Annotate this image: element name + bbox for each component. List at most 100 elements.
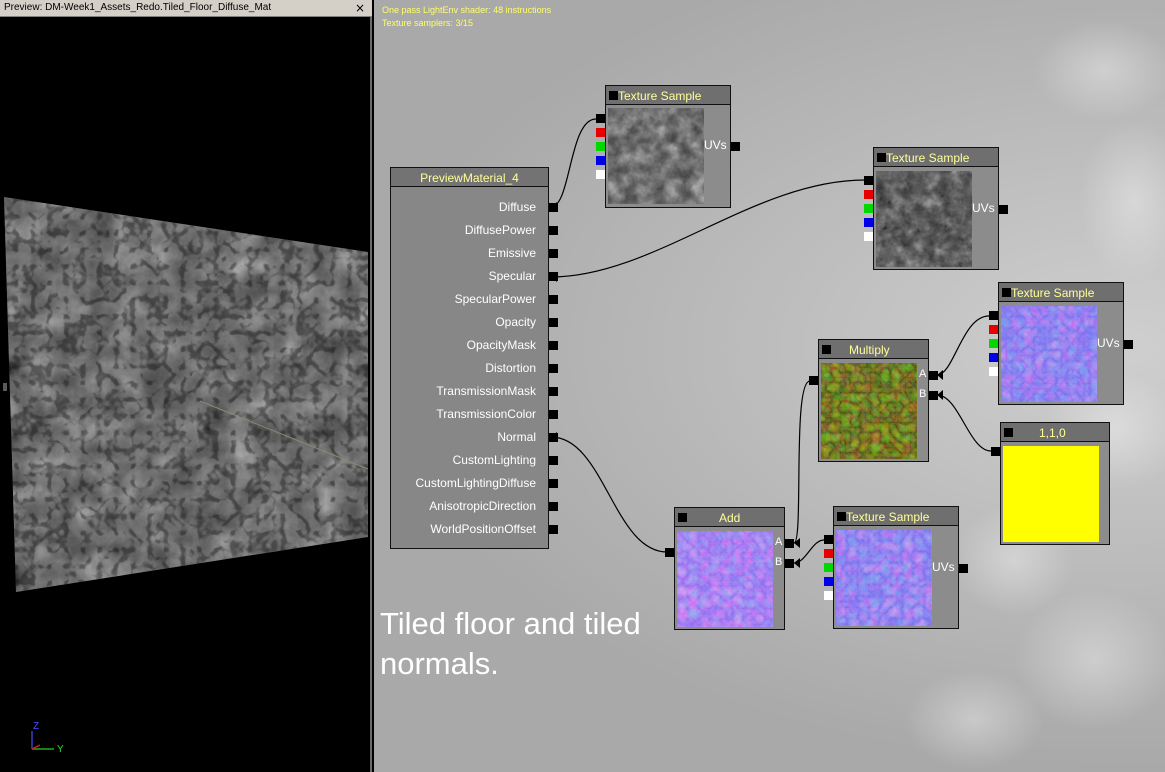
node-collapse-icon[interactable] (837, 512, 846, 521)
input-customlighting-pin[interactable] (549, 456, 558, 465)
texture-sample-header[interactable]: Texture Sample (873, 147, 999, 167)
alpha-output-pin[interactable] (989, 367, 998, 376)
input-specular-pin[interactable] (549, 272, 558, 281)
texture-sample-node-normal-detail[interactable]: Texture Sample UVs (989, 282, 1133, 405)
red-output-pin[interactable] (824, 549, 833, 558)
input-opacity-pin[interactable] (549, 318, 558, 327)
rgb-output-pin[interactable] (824, 535, 833, 544)
constant-header[interactable]: 1,1,0 (1000, 422, 1110, 442)
green-output-pin[interactable] (824, 563, 833, 572)
uvs-label: UVs (932, 560, 955, 574)
multiply-result-thumbnail (821, 363, 917, 459)
green-output-pin[interactable] (864, 204, 873, 213)
red-output-pin[interactable] (989, 325, 998, 334)
rgb-output-pin[interactable] (596, 114, 605, 123)
constant-vector-node[interactable]: 1,1,0 (991, 422, 1110, 545)
constant-output-pin[interactable] (991, 447, 1000, 456)
add-output-pin[interactable] (665, 548, 674, 557)
add-header[interactable]: Add (674, 507, 785, 527)
material-graph-canvas[interactable]: One pass LightEnv shader: 48 instruction… (374, 0, 1165, 772)
wire-multiply-to-add-a (793, 380, 811, 544)
input-specularpower-label: SpecularPower (454, 292, 536, 306)
node-collapse-icon[interactable] (822, 345, 831, 354)
material-root-title: PreviewMaterial_4 (420, 171, 519, 185)
input-anisotropicdirection-pin[interactable] (549, 502, 558, 511)
wire-constant-to-multiply-b (936, 394, 992, 452)
texture-sample-header[interactable]: Texture Sample (605, 85, 731, 105)
red-output-pin[interactable] (596, 128, 605, 137)
node-collapse-icon[interactable] (1002, 288, 1011, 297)
multiply-node[interactable]: Multiply A B (809, 339, 938, 462)
input-emissive-label: Emissive (487, 246, 536, 260)
input-diffuse-label: Diffuse (498, 200, 536, 214)
axis-widget: Z Y (26, 721, 66, 759)
constant-body (1000, 442, 1110, 545)
texture-sample-node-diffuse[interactable]: Texture Sample UVs (596, 85, 740, 208)
input-diffusepower-pin[interactable] (549, 226, 558, 235)
preview-panel: Preview: DM-Week1_Assets_Redo.Tiled_Floo… (0, 0, 372, 772)
alpha-output-pin[interactable] (596, 170, 605, 179)
input-opacitymask-pin[interactable] (549, 341, 558, 350)
material-root-node[interactable]: PreviewMaterial_4 Diffuse DiffusePower E… (390, 167, 558, 549)
green-output-pin[interactable] (596, 142, 605, 151)
alpha-output-pin[interactable] (824, 591, 833, 600)
input-emissive-pin[interactable] (549, 249, 558, 258)
red-output-pin[interactable] (864, 190, 873, 199)
texture-sample-node-normal[interactable]: Texture Sample UVs (824, 506, 968, 629)
green-output-pin[interactable] (989, 339, 998, 348)
input-customlighting-label: CustomLighting (452, 453, 536, 467)
input-worldpositionoffset-label: WorldPositionOffset (430, 522, 536, 536)
blue-output-pin[interactable] (824, 577, 833, 586)
node-collapse-icon[interactable] (609, 91, 618, 100)
rgb-output-pin[interactable] (864, 176, 873, 185)
multiply-header[interactable]: Multiply (818, 339, 929, 359)
material-root-header[interactable]: PreviewMaterial_4 (390, 167, 549, 187)
texture-sample-body: UVs (605, 105, 731, 208)
input-transmissioncolor-label: TransmissionColor (436, 407, 536, 421)
multiply-b-input-pin[interactable] (929, 391, 938, 400)
blue-output-pin[interactable] (989, 353, 998, 362)
uvs-input-pin[interactable] (959, 564, 968, 573)
preview-title: Preview: DM-Week1_Assets_Redo.Tiled_Floo… (4, 2, 272, 13)
node-collapse-icon[interactable] (877, 153, 886, 162)
multiply-output-pin[interactable] (809, 376, 818, 385)
uvs-input-pin[interactable] (731, 142, 740, 151)
constant-color-swatch (1003, 446, 1099, 542)
specular-texture-thumbnail (876, 171, 972, 267)
input-diffuse-pin[interactable] (549, 203, 558, 212)
add-a-input-pin[interactable] (785, 539, 794, 548)
input-customlightingdiffuse-pin[interactable] (549, 479, 558, 488)
input-transmissioncolor-pin[interactable] (549, 410, 558, 419)
texture-sample-title: Texture Sample (886, 151, 970, 165)
normal-texture-thumbnail (1001, 306, 1097, 402)
blue-output-pin[interactable] (864, 218, 873, 227)
add-a-label: A (775, 536, 783, 548)
node-collapse-icon[interactable] (678, 513, 687, 522)
input-transmissionmask-label: TransmissionMask (436, 384, 536, 398)
input-transmissionmask-pin[interactable] (549, 387, 558, 396)
multiply-a-input-pin[interactable] (929, 371, 938, 380)
alpha-output-pin[interactable] (864, 232, 873, 241)
blue-output-pin[interactable] (596, 156, 605, 165)
input-normal-pin[interactable] (549, 433, 558, 442)
uvs-input-pin[interactable] (999, 205, 1008, 214)
input-distortion-pin[interactable] (549, 364, 558, 373)
input-specular-label: Specular (488, 269, 536, 283)
add-b-input-pin[interactable] (785, 559, 794, 568)
close-icon[interactable]: × (353, 1, 367, 15)
preview-viewport[interactable]: Z Y (0, 17, 370, 772)
texture-sample-header[interactable]: Texture Sample (833, 506, 959, 526)
input-worldpositionoffset-pin[interactable] (549, 525, 558, 534)
uvs-input-pin[interactable] (1124, 340, 1133, 349)
input-diffusepower-label: DiffusePower (464, 223, 536, 237)
uvs-label: UVs (1097, 336, 1120, 350)
wire-tex3-to-multiply-a (936, 315, 990, 376)
input-anisotropicdirection-label: AnisotropicDirection (429, 499, 536, 513)
rgb-output-pin[interactable] (989, 311, 998, 320)
input-specularpower-pin[interactable] (549, 295, 558, 304)
node-collapse-icon[interactable] (1004, 428, 1013, 437)
texture-sample-header[interactable]: Texture Sample (998, 282, 1124, 302)
texture-sample-body: UVs (873, 167, 999, 270)
annotation-caption: Tiled floor and tiled normals. (380, 606, 641, 681)
texture-sample-node-specular[interactable]: Texture Sample UVs (864, 147, 1008, 270)
